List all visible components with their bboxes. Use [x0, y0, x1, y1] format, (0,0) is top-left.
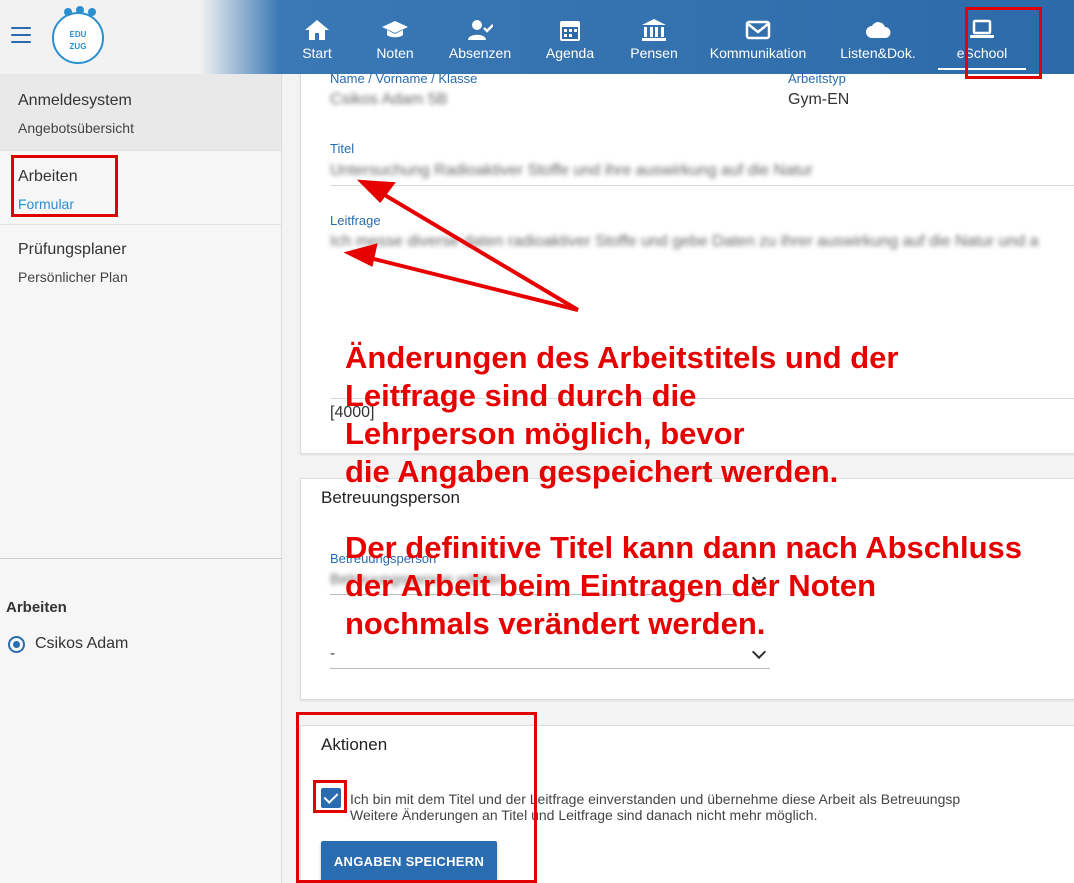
annotation-text-b: Der definitive Titel kann dann nach Absc… — [345, 529, 1022, 643]
annotation-line: der Arbeit beim Eintragen der Noten — [345, 568, 877, 603]
annotation-text-a: Änderungen des Arbeitstitels und der Lei… — [345, 339, 898, 491]
annotation-line: die Angaben gespeichert werden. — [345, 454, 839, 489]
annotation-line: Leitfrage sind durch die — [345, 378, 697, 413]
annotation-line: Der definitive Titel kann dann nach Absc… — [345, 530, 1022, 565]
annotation-line: nochmals verändert werden. — [345, 606, 766, 641]
annotation-line: Lehrperson möglich, bevor — [345, 416, 745, 451]
annotation-line: Änderungen des Arbeitstitels und der — [345, 340, 899, 375]
